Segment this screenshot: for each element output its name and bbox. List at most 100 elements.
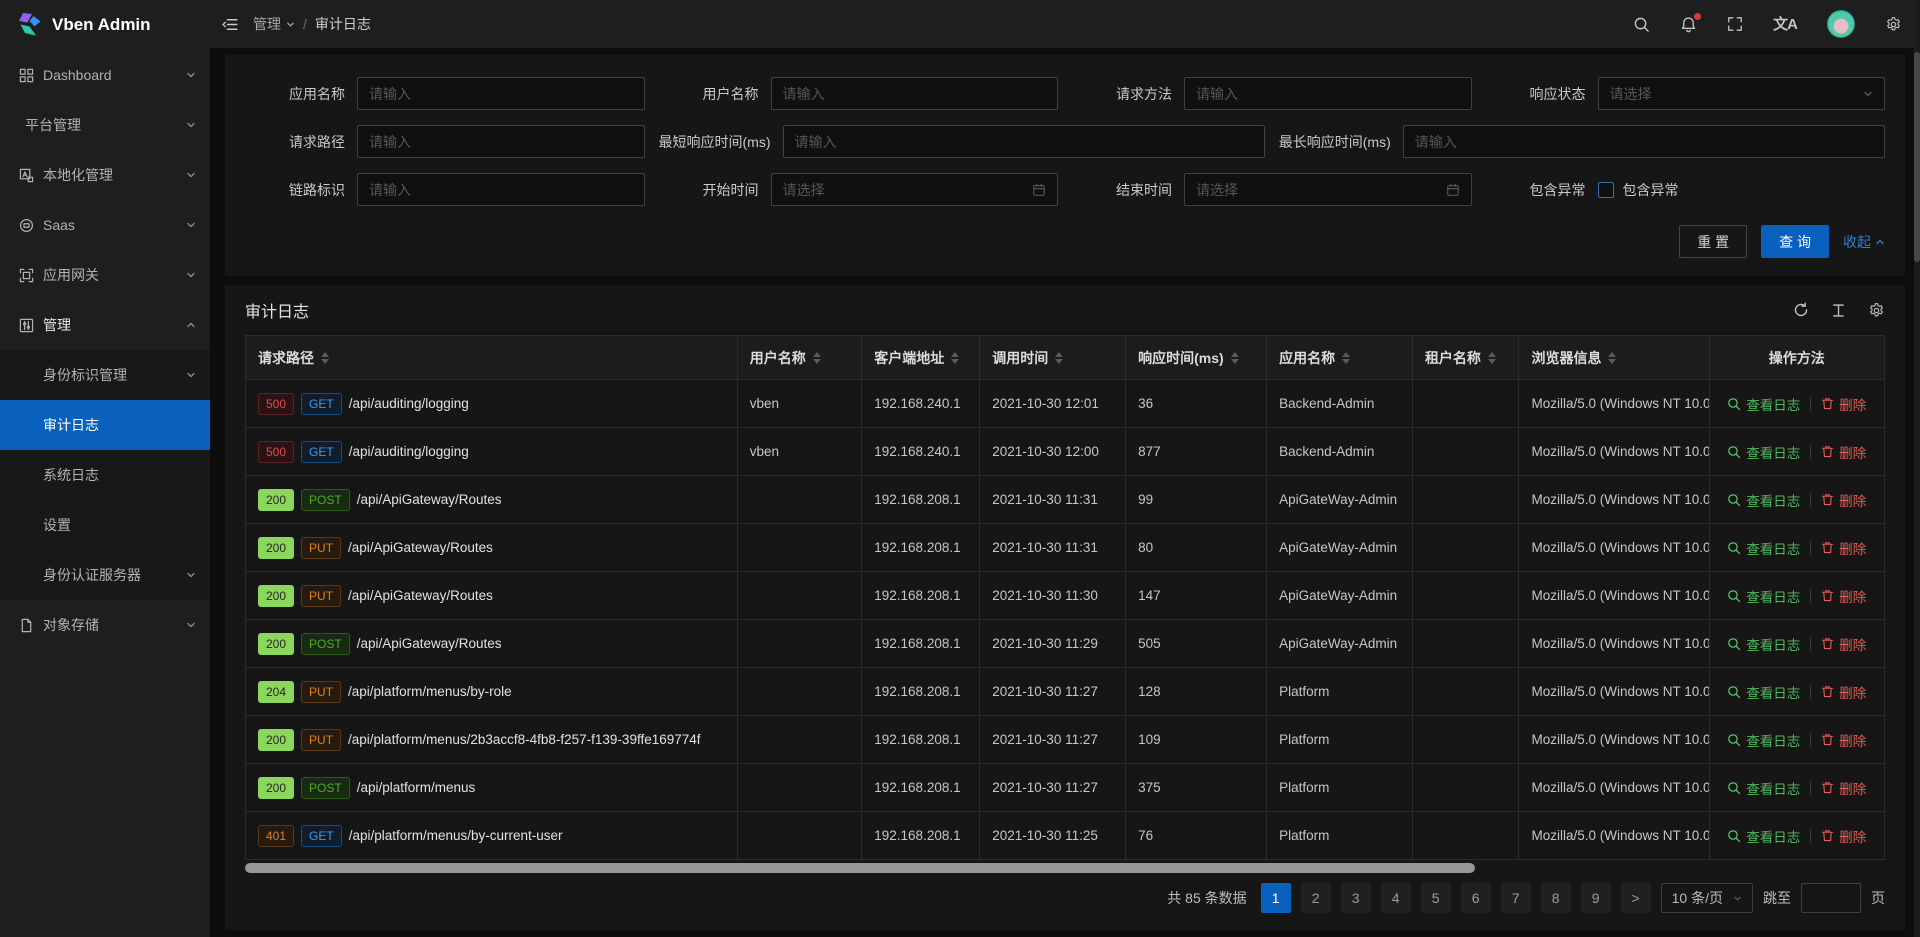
trace-id-input[interactable]	[357, 173, 645, 206]
jump-page-input[interactable]	[1801, 883, 1861, 913]
search-icon[interactable]	[1633, 16, 1650, 33]
sidebar-item-manage[interactable]: 管理	[0, 300, 210, 350]
sidebar-item-identity[interactable]: 身份标识管理	[0, 350, 210, 400]
delete-link[interactable]: 删除	[1821, 394, 1866, 414]
request-path-input[interactable]	[357, 125, 645, 158]
reset-button[interactable]: 重 置	[1679, 225, 1747, 258]
page-button-4[interactable]: 4	[1381, 883, 1411, 913]
sidebar-item-gateway[interactable]: 应用网关	[0, 250, 210, 300]
delete-link[interactable]: 删除	[1821, 826, 1866, 846]
delete-link[interactable]: 删除	[1821, 634, 1866, 654]
view-log-link[interactable]: 查看日志	[1727, 730, 1800, 750]
page-button-9[interactable]: 9	[1581, 883, 1611, 913]
next-page-button[interactable]: >	[1621, 883, 1651, 913]
app-logo[interactable]: Vben Admin	[0, 0, 210, 50]
column-header-user[interactable]: 用户名称	[737, 336, 862, 380]
page-size-select[interactable]: 10 条/页	[1661, 883, 1753, 913]
settings-icon[interactable]	[1885, 16, 1902, 33]
page-button-3[interactable]: 3	[1341, 883, 1371, 913]
page-button-2[interactable]: 2	[1301, 883, 1331, 913]
menu-fold-icon[interactable]	[222, 16, 239, 33]
column-header-tenant[interactable]: 租户名称	[1412, 336, 1519, 380]
cell-tenant-name	[1412, 380, 1519, 428]
page-button-6[interactable]: 6	[1461, 883, 1491, 913]
view-log-label: 查看日志	[1746, 826, 1800, 846]
view-log-link[interactable]: 查看日志	[1727, 538, 1800, 558]
sort-icon[interactable]	[1055, 352, 1063, 364]
translate-icon[interactable]: 文A	[1773, 17, 1797, 32]
sidebar-item-saas[interactable]: Saas	[0, 200, 210, 250]
sidebar-item-object-storage[interactable]: 对象存储	[0, 600, 210, 650]
sort-icon[interactable]	[321, 352, 329, 364]
sort-icon[interactable]	[951, 352, 959, 364]
view-log-link[interactable]: 查看日志	[1727, 586, 1800, 606]
filter-card: 应用名称用户名称请求方法响应状态请选择请求路径最短响应时间(ms)最长响应时间(…	[225, 55, 1905, 276]
status-badge: 200	[258, 585, 294, 607]
horizontal-scrollbar[interactable]	[245, 863, 1885, 873]
page-button-5[interactable]: 5	[1421, 883, 1451, 913]
sort-icon[interactable]	[813, 352, 821, 364]
window-scrollbar-thumb[interactable]	[1914, 52, 1920, 262]
delete-link[interactable]: 删除	[1821, 682, 1866, 702]
column-header-path[interactable]: 请求路径	[246, 336, 738, 380]
column-header-ip[interactable]: 客户端地址	[862, 336, 980, 380]
response-status-select[interactable]: 请选择	[1598, 77, 1886, 110]
view-log-link[interactable]: 查看日志	[1727, 634, 1800, 654]
app-name-input[interactable]	[357, 77, 645, 110]
page-button-1[interactable]: 1	[1261, 883, 1291, 913]
start-time-picker[interactable]: 请选择	[771, 173, 1059, 206]
request-method-input[interactable]	[1184, 77, 1472, 110]
sidebar-item-auth-server[interactable]: 身份认证服务器	[0, 550, 210, 600]
query-button[interactable]: 查 询	[1761, 225, 1829, 258]
collapse-link[interactable]: 收起	[1843, 232, 1885, 252]
column-header-time[interactable]: 调用时间	[980, 336, 1126, 380]
placeholder-text: 请选择	[1196, 180, 1238, 200]
filter-field-request-path: 请求路径	[245, 125, 645, 158]
delete-link[interactable]: 删除	[1821, 538, 1866, 558]
view-log-link[interactable]: 查看日志	[1727, 490, 1800, 510]
sidebar-item-platform[interactable]: 平台管理	[0, 100, 210, 150]
window-scrollbar[interactable]	[1914, 0, 1920, 937]
sort-icon[interactable]	[1488, 352, 1496, 364]
breadcrumb-section[interactable]: 管理	[253, 14, 295, 34]
page-button-7[interactable]: 7	[1501, 883, 1531, 913]
sidebar-item-settings[interactable]: 设置	[0, 500, 210, 550]
end-time-picker[interactable]: 请选择	[1184, 173, 1472, 206]
view-log-link[interactable]: 查看日志	[1727, 778, 1800, 798]
view-log-link[interactable]: 查看日志	[1727, 826, 1800, 846]
avatar[interactable]	[1827, 10, 1855, 38]
delete-link[interactable]: 删除	[1821, 778, 1866, 798]
bell-icon[interactable]	[1680, 16, 1697, 33]
column-header-browser[interactable]: 浏览器信息	[1519, 336, 1709, 380]
max-response-time-input[interactable]	[1403, 125, 1885, 158]
view-log-link[interactable]: 查看日志	[1727, 394, 1800, 414]
sidebar-item-audit-log[interactable]: 审计日志	[0, 400, 210, 450]
sort-icon[interactable]	[1231, 352, 1239, 364]
view-log-link[interactable]: 查看日志	[1727, 442, 1800, 462]
page-button-8[interactable]: 8	[1541, 883, 1571, 913]
column-header-ms[interactable]: 响应时间(ms)	[1126, 336, 1267, 380]
sort-icon[interactable]	[1608, 352, 1616, 364]
delete-link[interactable]: 删除	[1821, 490, 1866, 510]
cell-tenant-name	[1412, 524, 1519, 572]
filter-field-user-name: 用户名称	[659, 77, 1059, 110]
fullscreen-icon[interactable]	[1727, 16, 1743, 32]
horizontal-scrollbar-thumb[interactable]	[245, 863, 1475, 873]
cell-app-name: Platform	[1267, 812, 1413, 860]
sidebar-item-localization[interactable]: 本地化管理	[0, 150, 210, 200]
min-response-time-input[interactable]	[783, 125, 1265, 158]
table-row: 200PUT/api/ApiGateway/Routes192.168.208.…	[246, 572, 1885, 620]
delete-link[interactable]: 删除	[1821, 586, 1866, 606]
delete-link[interactable]: 删除	[1821, 442, 1866, 462]
table-row: 200POST/api/ApiGateway/Routes192.168.208…	[246, 620, 1885, 668]
delete-link[interactable]: 删除	[1821, 730, 1866, 750]
user-name-input[interactable]	[771, 77, 1059, 110]
cell-path: 500GET/api/auditing/logging	[246, 380, 738, 428]
sidebar-item-system-log[interactable]: 系统日志	[0, 450, 210, 500]
column-label: 响应时间(ms)	[1138, 348, 1224, 368]
sort-icon[interactable]	[1342, 352, 1350, 364]
view-log-link[interactable]: 查看日志	[1727, 682, 1800, 702]
sidebar-item-dashboard[interactable]: Dashboard	[0, 50, 210, 100]
column-header-app[interactable]: 应用名称	[1267, 336, 1413, 380]
include-exception-checkbox[interactable]	[1598, 182, 1614, 198]
